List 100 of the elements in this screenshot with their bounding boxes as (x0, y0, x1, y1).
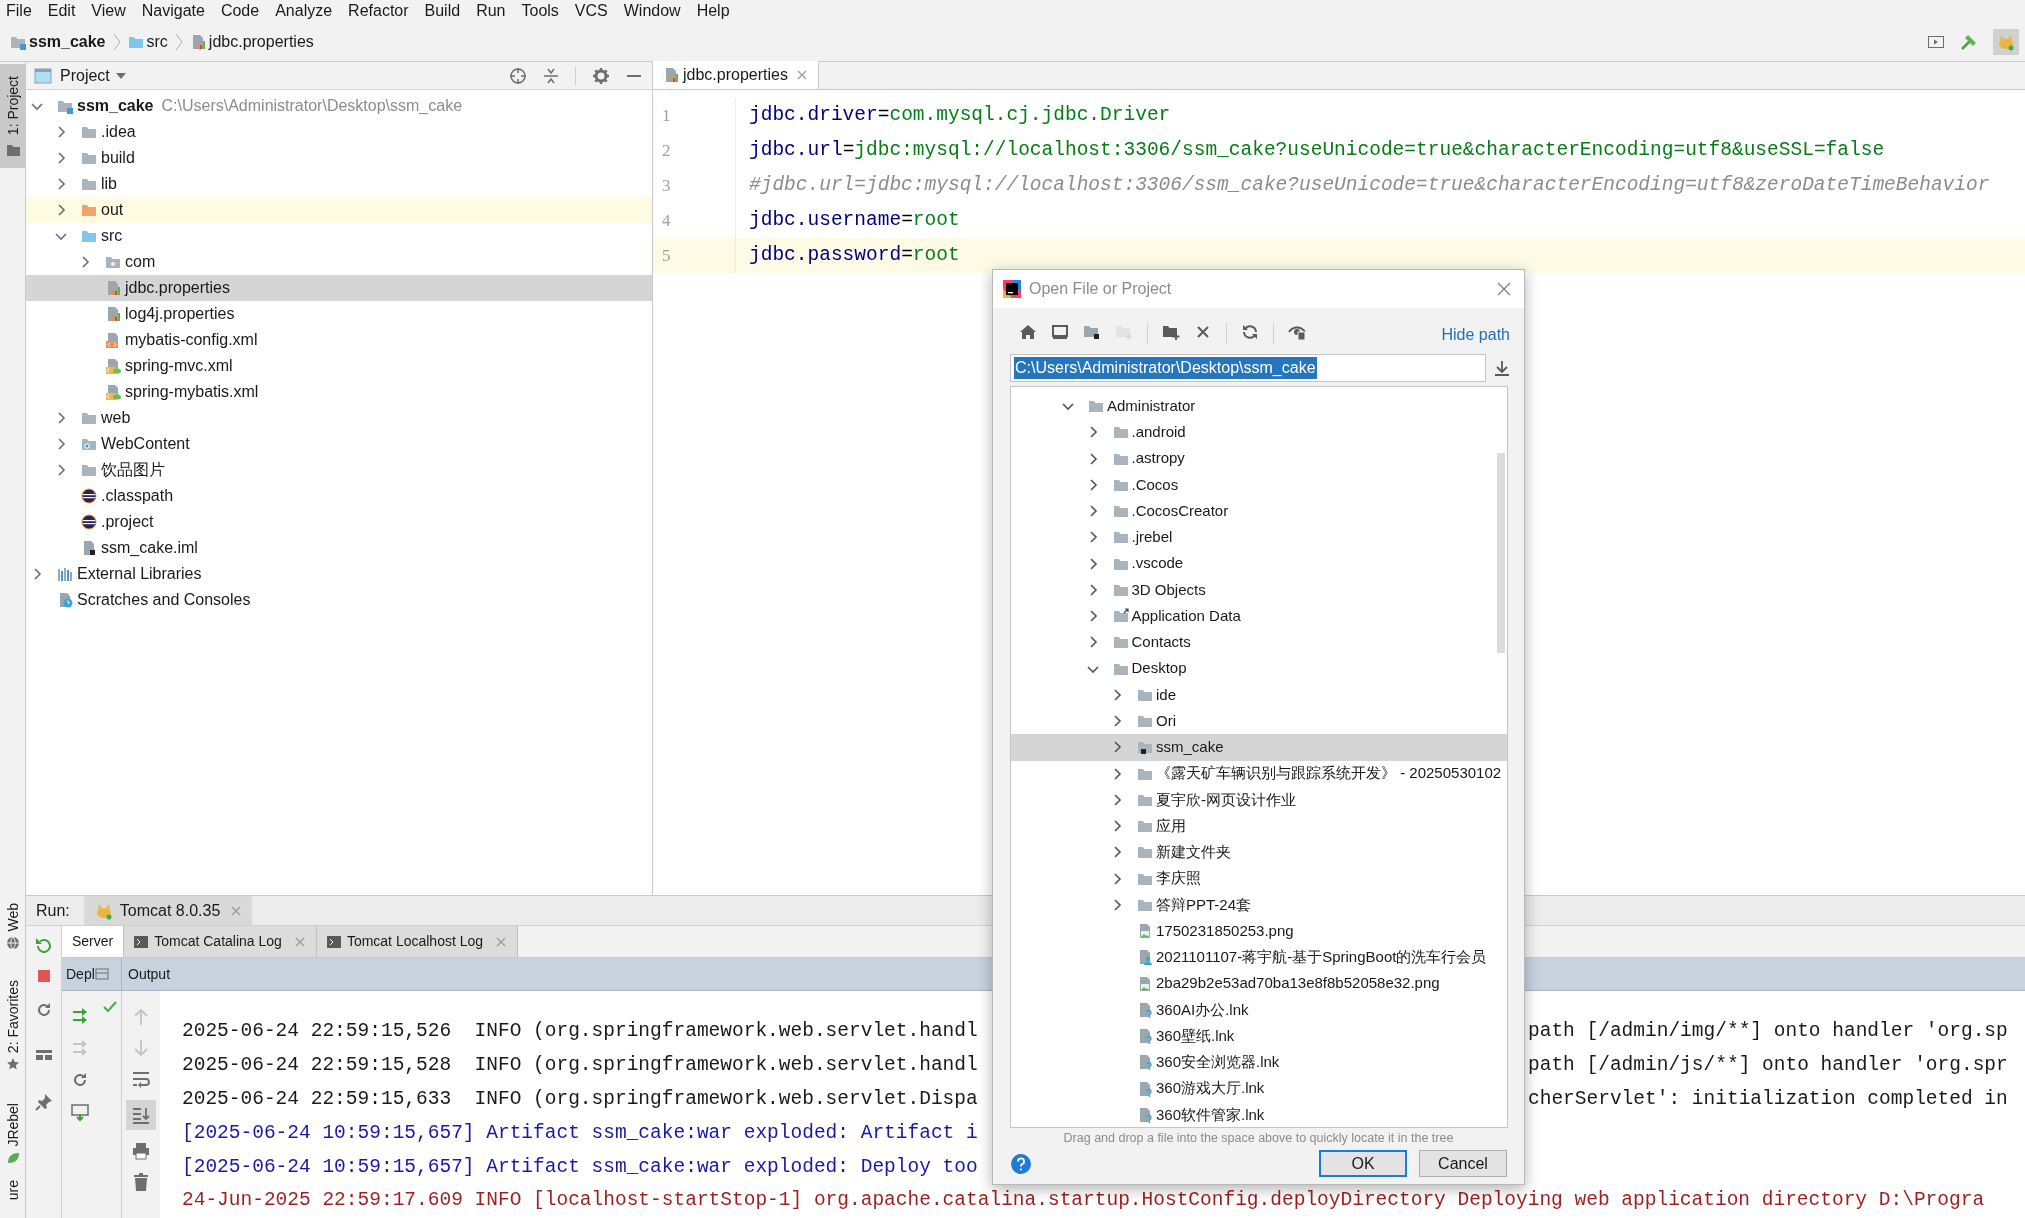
module-folder-icon[interactable] (1083, 323, 1101, 341)
tool-window-tab[interactable]: Web (0, 903, 25, 955)
new-folder-icon[interactable] (1162, 323, 1180, 341)
tree-item[interactable]: out (26, 197, 652, 223)
run-sub-tab[interactable]: Tomcat Catalina Log (124, 926, 317, 957)
tree-item[interactable]: 360软件管家.lnk (1011, 1101, 1507, 1127)
menu-item[interactable]: File (6, 0, 32, 23)
tree-item[interactable]: Contacts (1011, 629, 1507, 656)
tree-item[interactable]: 应用 (1011, 813, 1507, 840)
tree-item[interactable]: 360壁纸.lnk (1011, 1023, 1507, 1050)
hide-path-link[interactable]: Hide path (1441, 323, 1510, 347)
pin-icon[interactable] (33, 1092, 54, 1112)
collapse-all-icon[interactable] (543, 66, 559, 85)
tree-item[interactable]: build (26, 145, 652, 171)
tree-item[interactable]: WebContent (26, 431, 652, 457)
tree-item[interactable]: spring-mvc.xml (26, 353, 652, 379)
tree-item[interactable]: ssm_cake.iml (26, 535, 652, 561)
tree-item[interactable]: 《露天矿车辆识别与跟踪系统开发》 - 20250530102 (1011, 760, 1507, 787)
tree-item[interactable]: 答辩PPT-24套 (1011, 891, 1507, 918)
tree-item[interactable]: .CocosCreator (1011, 498, 1507, 525)
menu-item[interactable]: Edit (47, 0, 76, 23)
menu-item[interactable]: Help (696, 0, 730, 23)
breadcrumb[interactable]: jdbc.properties (189, 29, 314, 54)
rerun-icon[interactable] (33, 936, 54, 956)
close-icon[interactable] (1496, 281, 1512, 297)
tree-item[interactable]: .classpath (26, 483, 652, 509)
download-icon[interactable] (1494, 359, 1510, 377)
tree-item[interactable]: ssm_cake (1011, 734, 1507, 761)
scroll-to-end-button[interactable] (126, 1100, 156, 1130)
project-view-dropdown[interactable]: Project (60, 63, 126, 88)
tree-item[interactable]: .jrebel (1011, 524, 1507, 551)
breadcrumb[interactable]: src (127, 29, 168, 54)
tree-item[interactable]: External Libraries (26, 561, 652, 587)
menu-item[interactable]: Refactor (348, 0, 409, 23)
dialog-button[interactable]: Cancel (1419, 1150, 1507, 1177)
tree-item[interactable]: 新建文件夹 (1011, 839, 1507, 866)
tree-item[interactable]: Application Data (1011, 603, 1507, 630)
tree-item[interactable]: lib (26, 171, 652, 197)
tree-item[interactable]: 李庆照 (1011, 865, 1507, 892)
menu-item[interactable]: Analyze (275, 0, 333, 23)
refresh-icon[interactable] (1241, 323, 1259, 341)
menu-item[interactable]: Run (476, 0, 506, 23)
monitor-icon[interactable] (1051, 323, 1069, 341)
tree-item[interactable]: .android (1011, 419, 1507, 446)
settings-icon[interactable] (592, 66, 610, 85)
tree-item[interactable]: 360安全浏览器.lnk (1011, 1049, 1507, 1076)
tree-item[interactable]: 360游戏大厅.lnk (1011, 1075, 1507, 1102)
breadcrumb[interactable]: ssm_cake (10, 29, 106, 54)
run-tab[interactable]: Tomcat 8.0.35 (83, 896, 253, 925)
help-icon[interactable] (1010, 1152, 1032, 1175)
tree-item[interactable]: 1750231850253.png (1011, 918, 1507, 945)
tool-window-tab[interactable]: 1: Project (0, 64, 25, 168)
locate-icon[interactable] (509, 66, 527, 85)
tree-item[interactable]: jdbc.properties (26, 275, 652, 301)
tree-item[interactable]: com (26, 249, 652, 275)
tree-item[interactable]: Scratches and Consoles (26, 587, 652, 613)
tree-item[interactable]: Ori (1011, 708, 1507, 735)
close-icon[interactable] (795, 69, 808, 81)
tree-item[interactable]: ide (1011, 681, 1507, 708)
run-sub-tab[interactable]: Tomcat Localhost Log (316, 926, 519, 957)
tree-item[interactable]: .idea (26, 119, 652, 145)
path-field[interactable]: C:\Users\Administrator\Desktop\ssm_cake (1010, 354, 1486, 382)
dialog-button[interactable]: OK (1319, 1150, 1407, 1177)
trash-icon[interactable] (132, 1172, 150, 1192)
soft-wrap-icon[interactable] (131, 1069, 151, 1089)
print-icon[interactable] (131, 1141, 151, 1161)
menu-item[interactable]: Window (623, 0, 681, 23)
menu-item[interactable]: View (91, 0, 126, 23)
tree-item[interactable]: log4j.properties (26, 301, 652, 327)
tree-item[interactable]: .vscode (1011, 550, 1507, 577)
tree-item[interactable]: 2ba29b2e53ad70ba13e8f8b52058e32.png (1011, 970, 1507, 997)
home-icon[interactable] (1019, 323, 1037, 341)
menu-item[interactable]: Tools (521, 0, 559, 23)
scrollbar-thumb[interactable] (1497, 453, 1505, 653)
tree-item[interactable]: web (26, 405, 652, 431)
tool-window-tab[interactable]: 2: Favorites (0, 980, 25, 1077)
tree-item[interactable]: .project (26, 509, 652, 535)
redeploy-icon[interactable] (70, 1102, 90, 1122)
menu-item[interactable]: Navigate (141, 0, 205, 23)
tree-item[interactable]: 饮品图片 (26, 457, 652, 483)
tree-item[interactable]: spring-mybatis.xml (26, 379, 652, 405)
tree-item[interactable]: Administrator (1011, 393, 1507, 420)
tool-window-tab[interactable]: ure (0, 1180, 25, 1218)
menu-item[interactable]: VCS (574, 0, 608, 23)
tree-item[interactable]: .astropy (1011, 445, 1507, 472)
shortcut-folder-icon (1112, 608, 1129, 625)
editor-tab[interactable]: jdbc.properties (653, 61, 819, 89)
tool-window-tab[interactable]: JRebel (0, 1103, 25, 1169)
tree-item[interactable]: ssm_cake C:\Users\Administrator\Desktop\ssm_cake (26, 93, 652, 119)
menu-item[interactable]: Build (424, 0, 461, 23)
tree-item[interactable]: Desktop (1011, 655, 1507, 682)
tree-item[interactable]: 夏宇欣-网页设计作业 (1011, 786, 1507, 813)
tree-item[interactable]: src (26, 223, 652, 249)
tree-item[interactable]: mybatis-config.xml (26, 327, 652, 353)
tree-item[interactable]: 360AI办公.lnk (1011, 996, 1507, 1023)
menu-item[interactable]: Code (220, 0, 260, 23)
run-sub-tab[interactable]: Server (62, 926, 125, 957)
tree-item[interactable]: 3D Objects (1011, 576, 1507, 603)
tree-item[interactable]: 2021101107-蒋宇航-基于SpringBoot的洗车行会员 (1011, 944, 1507, 971)
tree-item[interactable]: .Cocos (1011, 471, 1507, 498)
